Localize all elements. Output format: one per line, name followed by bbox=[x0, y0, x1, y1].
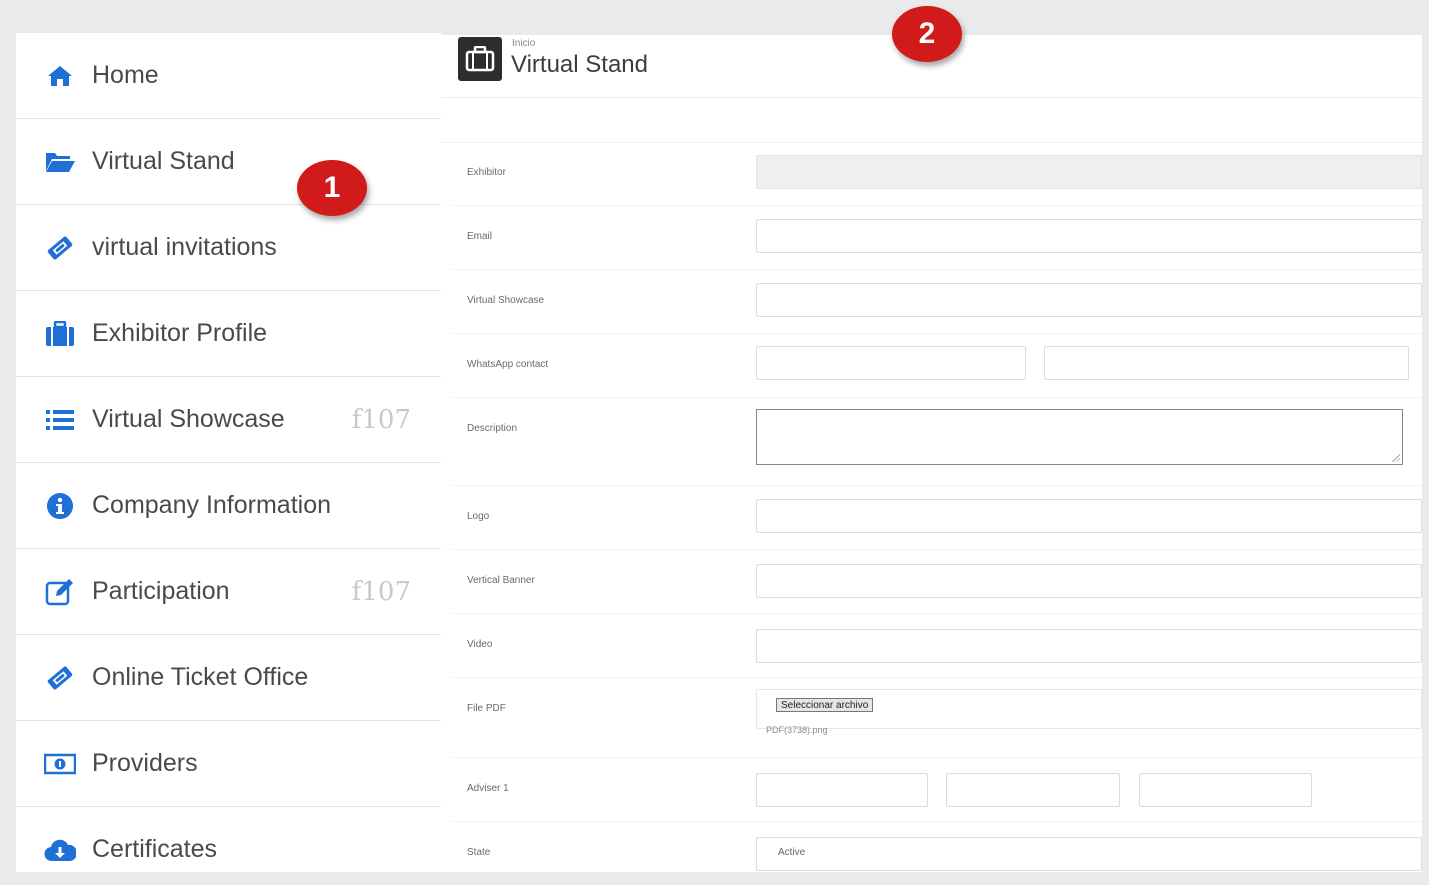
form-row-state: State Active bbox=[451, 823, 1422, 885]
sidebar-item-virtual-stand[interactable]: Virtual Stand bbox=[16, 119, 441, 205]
sidebar-item-virtual-invitations[interactable]: virtual invitations bbox=[16, 205, 441, 291]
sidebar-item-home[interactable]: Home bbox=[16, 33, 441, 119]
sidebar-item-label: Exhibitor Profile bbox=[92, 319, 268, 347]
sidebar-item-label: Online Ticket Office bbox=[92, 663, 309, 691]
sidebar-item-online-ticket-office[interactable]: Online Ticket Office bbox=[16, 635, 441, 721]
sidebar-item-label: virtual invitations bbox=[92, 233, 277, 261]
video-field[interactable] bbox=[756, 629, 1422, 663]
form-row-virtual-showcase: Virtual Showcase bbox=[451, 271, 1422, 334]
home-icon bbox=[44, 60, 76, 92]
video-label: Video bbox=[467, 639, 493, 650]
description-label: Description bbox=[467, 423, 518, 434]
form-row-email: Email bbox=[451, 207, 1422, 270]
sidebar-item-label: Virtual Stand bbox=[92, 147, 235, 175]
adviser-name-field[interactable] bbox=[756, 773, 928, 807]
sidebar-item-participation[interactable]: Participation f107 bbox=[16, 549, 441, 635]
sidebar-item-virtual-showcase[interactable]: Virtual Showcase f107 bbox=[16, 377, 441, 463]
money-icon bbox=[44, 748, 76, 780]
form-row-exhibitor: Exhibitor bbox=[451, 143, 1422, 206]
cloud-download-icon bbox=[44, 834, 76, 866]
logo-upload-field[interactable] bbox=[756, 499, 1422, 533]
annotation-badge-2: 2 bbox=[892, 6, 962, 62]
edit-icon bbox=[44, 576, 76, 608]
sidebar-item-label: Certificates bbox=[92, 835, 218, 863]
briefcase-icon bbox=[458, 37, 502, 81]
virtual-showcase-field[interactable] bbox=[756, 283, 1422, 317]
form-row-whatsapp: WhatsApp contact bbox=[451, 335, 1422, 398]
info-circle-icon bbox=[44, 490, 76, 522]
ticket-icon bbox=[44, 662, 76, 694]
vertical-banner-upload-field[interactable] bbox=[756, 564, 1422, 598]
email-field[interactable] bbox=[756, 219, 1422, 253]
whatsapp-number-field[interactable] bbox=[1044, 346, 1409, 380]
sidebar-nav: Home Virtual Stand virtual invitations E… bbox=[16, 33, 441, 872]
form-row-video: Video bbox=[451, 615, 1422, 678]
form-row-logo: Logo bbox=[451, 487, 1422, 550]
sidebar-item-providers[interactable]: Providers bbox=[16, 721, 441, 807]
form-row-file-pdf: File PDF Seleccionar archivo PDF(3738).p… bbox=[451, 679, 1422, 758]
file-pdf-filename: PDF(3738).png bbox=[766, 725, 828, 735]
sidebar-item-label: Virtual Showcase bbox=[92, 405, 285, 433]
list-icon bbox=[44, 404, 76, 436]
breadcrumb[interactable]: Inicio bbox=[512, 38, 535, 49]
state-label: State bbox=[467, 847, 491, 858]
state-select[interactable] bbox=[756, 837, 1422, 871]
sidebar-item-label: Company Information bbox=[92, 491, 332, 519]
virtual-showcase-label: Virtual Showcase bbox=[467, 295, 545, 306]
form-row-adviser: Adviser 1 bbox=[451, 759, 1422, 822]
sidebar-item-certificates[interactable]: Certificates bbox=[16, 807, 441, 872]
form-row-vertical-banner: Vertical Banner bbox=[451, 551, 1422, 614]
sidebar-item-label: Providers bbox=[92, 749, 198, 777]
logo-label: Logo bbox=[467, 511, 490, 522]
exhibitor-label: Exhibitor bbox=[467, 167, 506, 178]
adviser-phone-field[interactable] bbox=[1139, 773, 1312, 807]
adviser-label: Adviser 1 bbox=[467, 783, 509, 794]
resize-handle-icon[interactable] bbox=[1392, 454, 1400, 462]
whatsapp-code-field[interactable] bbox=[756, 346, 1026, 380]
whatsapp-label: WhatsApp contact bbox=[467, 359, 549, 370]
sidebar-item-exhibitor-profile[interactable]: Exhibitor Profile bbox=[16, 291, 441, 377]
main-panel: Inicio Virtual Stand Exhibitor Email Vir… bbox=[441, 35, 1422, 872]
exhibitor-field bbox=[756, 155, 1422, 189]
sidebar-item-label: Participation bbox=[92, 577, 230, 605]
briefcase-icon bbox=[44, 318, 76, 350]
adviser-email-field[interactable] bbox=[946, 773, 1120, 807]
email-label: Email bbox=[467, 231, 493, 242]
toolbar-area bbox=[441, 98, 1422, 143]
annotation-badge-1: 1 bbox=[297, 160, 367, 216]
page-title: Virtual Stand bbox=[511, 51, 648, 78]
description-textarea[interactable] bbox=[756, 409, 1403, 465]
vertical-banner-label: Vertical Banner bbox=[467, 575, 535, 586]
folder-open-icon bbox=[44, 146, 76, 178]
choose-file-button[interactable]: Seleccionar archivo bbox=[776, 698, 874, 712]
form-row-description: Description bbox=[451, 399, 1422, 486]
sidebar-item-label: Home bbox=[92, 61, 159, 89]
chevron-placeholder-text: f107 bbox=[351, 576, 411, 607]
state-select-value: Active bbox=[778, 847, 806, 858]
ticket-icon bbox=[44, 232, 76, 264]
sidebar-item-company-information[interactable]: Company Information bbox=[16, 463, 441, 549]
chevron-placeholder-text: f107 bbox=[351, 404, 411, 435]
file-pdf-label: File PDF bbox=[467, 703, 506, 714]
